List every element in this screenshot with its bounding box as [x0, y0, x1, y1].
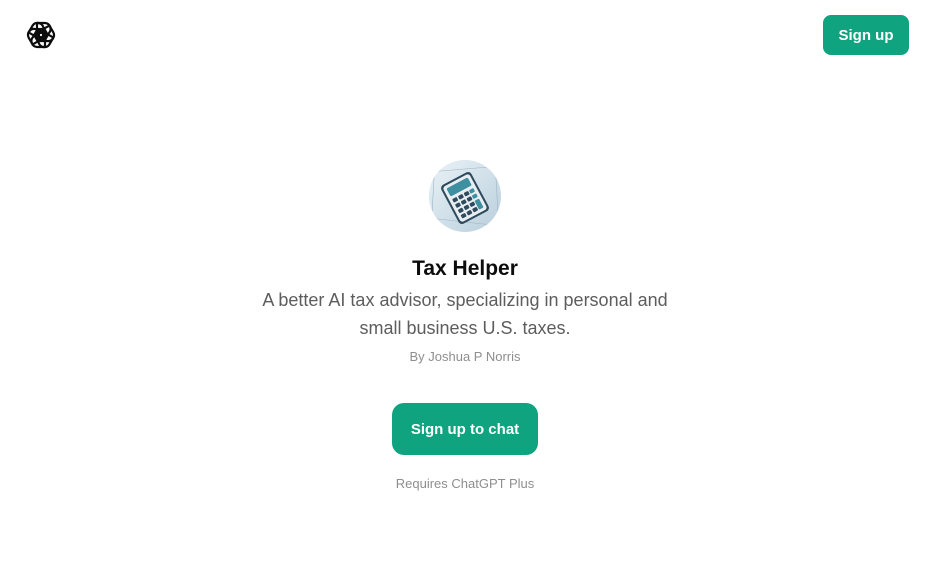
gpt-title: Tax Helper [412, 257, 518, 280]
gpt-profile: Tax Helper A better AI tax advisor, spec… [0, 160, 930, 493]
calculator-icon [429, 160, 501, 232]
openai-logo-icon[interactable] [24, 18, 58, 52]
gpt-avatar [429, 160, 501, 232]
top-bar: Sign up [0, 0, 930, 70]
plan-requirement-note: Requires ChatGPT Plus [395, 476, 535, 491]
gpt-description: A better AI tax advisor, specializing in… [262, 290, 668, 338]
sign-up-to-chat-button[interactable]: Sign up to chat [392, 403, 538, 455]
gpt-author: By Joshua P Norris [409, 349, 521, 364]
sign-up-button[interactable]: Sign up [823, 15, 909, 55]
